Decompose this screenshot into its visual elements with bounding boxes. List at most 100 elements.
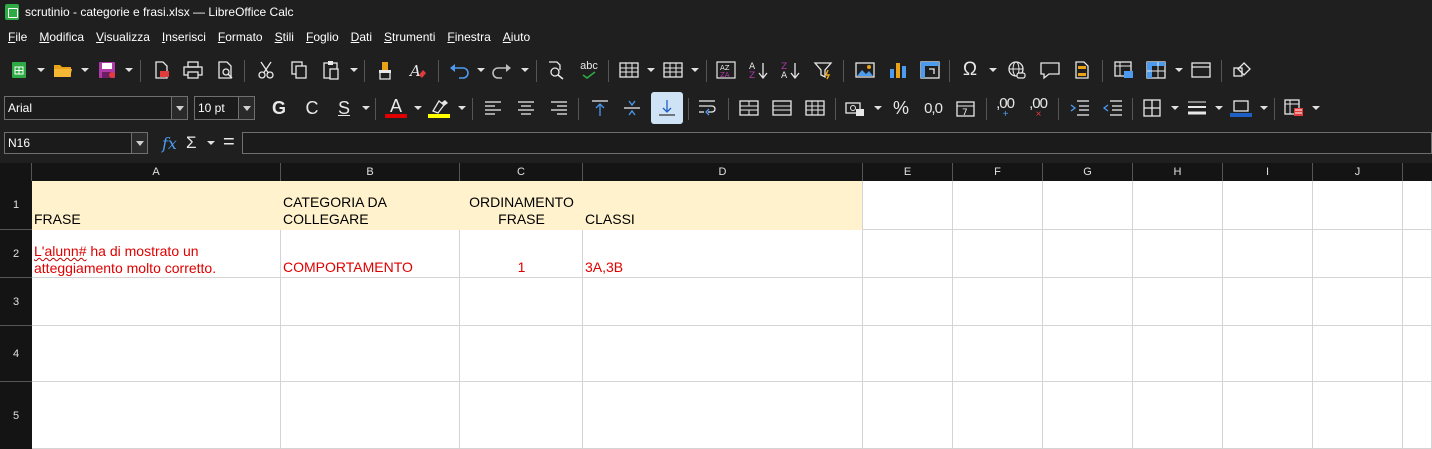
column-dropdown-icon[interactable] [691,66,699,74]
increase-indent-icon[interactable] [1067,95,1093,121]
cell-a2[interactable]: L'alunn# ha di mostrato un atteggiamento… [32,230,281,278]
cell-c1[interactable]: ORDINAMENTO FRASE [460,181,583,230]
spelling-icon[interactable]: abc [576,57,602,83]
cell-e4[interactable] [863,326,953,382]
underline-dropdown-icon[interactable] [362,104,370,112]
wrap-text-icon[interactable] [695,95,721,121]
clone-formatting-icon[interactable] [372,57,398,83]
cell-f1[interactable] [953,181,1043,230]
cell-k4[interactable] [1403,326,1432,382]
font-size-dropdown-icon[interactable] [238,97,254,119]
date-format-icon[interactable]: 7 [953,95,979,121]
copy-icon[interactable] [286,57,312,83]
menu-formato[interactable]: Formato [212,30,269,44]
cell-k2[interactable] [1403,230,1432,278]
special-character-icon[interactable]: Ω [957,57,983,83]
cell-d3[interactable] [583,278,863,326]
delete-decimal-button[interactable]: ,00 × [1025,95,1051,121]
cut-icon[interactable] [253,57,279,83]
split-window-icon[interactable] [1188,57,1214,83]
number-format-button[interactable]: 0,0 [920,95,946,121]
cell-j1[interactable] [1313,181,1403,230]
column-header-c[interactable]: C [460,163,583,181]
currency-format-icon[interactable] [842,95,868,121]
formula-icon[interactable]: = [223,131,235,153]
cell-a3[interactable] [32,278,281,326]
merge-center-icon[interactable] [736,95,762,121]
cell-h5[interactable] [1133,382,1223,449]
cell-e2[interactable] [863,230,953,278]
cell-f2[interactable] [953,230,1043,278]
cell-i4[interactable] [1223,326,1313,382]
border-style-icon[interactable] [1184,95,1210,121]
cell-g3[interactable] [1043,278,1133,326]
menu-visualizza[interactable]: Visualizza [90,30,156,44]
new-dropdown-icon[interactable] [37,66,45,74]
row-header-1[interactable]: 1 [0,181,32,230]
cell-k5[interactable] [1403,382,1432,449]
hyperlink-icon[interactable] [1004,57,1030,83]
cell-a5[interactable] [32,382,281,449]
sum-dropdown-icon[interactable] [207,139,215,147]
undo-dropdown-icon[interactable] [477,66,485,74]
currency-dropdown-icon[interactable] [874,104,882,112]
merge-cells-icon[interactable] [769,95,795,121]
cell-e5[interactable] [863,382,953,449]
spreadsheet-grid[interactable]: A B C D E F G H I J 1 2 3 4 5 FRASE CATE… [0,163,1432,449]
menu-inserisci[interactable]: Inserisci [156,30,212,44]
sort-descending-icon[interactable]: ZA [778,57,804,83]
save-icon[interactable] [94,57,120,83]
cell-a4[interactable] [32,326,281,382]
highlight-dropdown-icon[interactable] [458,104,466,112]
redo-dropdown-icon[interactable] [521,66,529,74]
column-header-d[interactable]: D [583,163,863,181]
select-all-corner[interactable] [0,163,32,181]
cell-g2[interactable] [1043,230,1133,278]
cell-j5[interactable] [1313,382,1403,449]
cell-g4[interactable] [1043,326,1133,382]
undo-icon[interactable] [446,57,472,83]
align-bottom-icon[interactable] [651,92,683,124]
center-vertically-icon[interactable] [619,95,645,121]
show-draw-functions-icon[interactable] [1229,57,1255,83]
cell-d4[interactable] [583,326,863,382]
freeze-rows-columns-icon[interactable] [1143,57,1169,83]
name-box[interactable]: N16 [4,132,148,154]
column-header-k[interactable] [1403,163,1432,181]
menu-strumenti[interactable]: Strumenti [378,30,441,44]
font-name-combobox[interactable]: Arial [4,96,188,120]
border-style-dropdown-icon[interactable] [1215,104,1223,112]
row-header-4[interactable]: 4 [0,326,32,382]
cell-e3[interactable] [863,278,953,326]
font-color-dropdown-icon[interactable] [414,104,422,112]
special-character-dropdown-icon[interactable] [989,66,997,74]
name-box-dropdown-icon[interactable] [131,133,147,153]
cell-c3[interactable] [460,278,583,326]
borders-dropdown-icon[interactable] [1171,104,1179,112]
border-color-button[interactable] [1228,95,1254,121]
cell-c5[interactable] [460,382,583,449]
redo-icon[interactable] [489,57,515,83]
column-icon[interactable] [660,57,686,83]
cell-f4[interactable] [953,326,1043,382]
border-color-dropdown-icon[interactable] [1260,104,1268,112]
autofilter-icon[interactable] [811,57,837,83]
save-dropdown-icon[interactable] [125,66,133,74]
align-center-icon[interactable] [513,95,539,121]
comment-icon[interactable] [1037,57,1063,83]
cell-e1[interactable] [863,181,953,230]
function-wizard-icon[interactable]: fx [162,132,177,154]
cell-c4[interactable] [460,326,583,382]
row-header-3[interactable]: 3 [0,278,32,326]
formula-input[interactable] [242,132,1432,154]
cell-h3[interactable] [1133,278,1223,326]
column-header-i[interactable]: I [1223,163,1313,181]
print-icon[interactable] [180,57,206,83]
menu-modifica[interactable]: Modifica [33,30,90,44]
open-dropdown-icon[interactable] [81,66,89,74]
conditional-format-dropdown-icon[interactable] [1312,104,1320,112]
bold-button[interactable]: G [266,95,292,121]
cell-b2[interactable]: COMPORTAMENTO [281,230,460,278]
cell-k1[interactable] [1403,181,1432,230]
column-header-a[interactable]: A [32,163,281,181]
